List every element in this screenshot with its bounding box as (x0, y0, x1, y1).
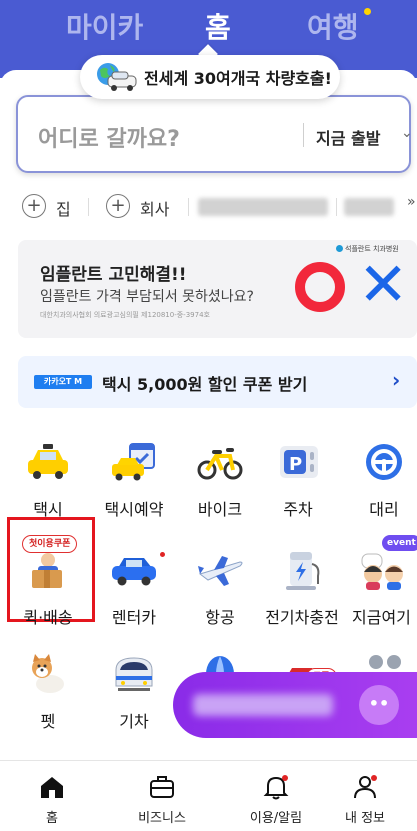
shortcut-work[interactable]: 회사 (140, 196, 169, 220)
service-train[interactable]: 기차 (94, 652, 174, 752)
service-rental-car[interactable]: 렌터카 (94, 548, 174, 648)
train-icon (110, 652, 158, 696)
more-chevron-icon[interactable]: » (407, 194, 416, 210)
kakao-badge: 카카오T M (34, 375, 92, 389)
tab-home[interactable]: 홈 (205, 6, 231, 46)
service-flight[interactable]: 항공 (180, 548, 260, 648)
blurred-place[interactable] (198, 198, 328, 216)
coupon-text: 택시 5,000원 할인 쿠폰 받기 (102, 375, 308, 394)
blurred-promo-text (193, 694, 333, 716)
floating-promo-bar[interactable]: •• (173, 672, 417, 738)
bell-icon (262, 773, 290, 801)
global-ride-banner[interactable]: 전세계 30여개국 차량호출! (80, 55, 340, 99)
service-taxi-reservation[interactable]: 택시예약 (94, 440, 174, 540)
delivery-box-icon (24, 548, 72, 592)
bike-icon (196, 440, 244, 484)
taxi-reservation-icon (110, 440, 158, 484)
nav-business[interactable]: 비즈니스 (110, 761, 214, 831)
nav-home[interactable]: 홈 (0, 761, 104, 831)
ad-subtitle: 임플란트 가격 부담되서 못하셨나요? (40, 289, 254, 305)
search-placeholder[interactable]: 어디로 갈까요? (38, 121, 180, 153)
banner-text: 전세계 30여개국 차량호출! (144, 69, 332, 88)
person-icon (351, 773, 379, 801)
shortcut-home[interactable]: 집 (56, 196, 71, 220)
o-mark-icon (295, 262, 345, 312)
ad-fine-print: 대한치과의사협회 의료광고심의필 제120810-중-3974호 (40, 311, 210, 319)
parking-icon: P (274, 440, 322, 484)
service-now-here[interactable]: 지금여기 (348, 548, 417, 648)
bottom-nav: 홈 비즈니스 이용/알림 내 정보 (0, 760, 417, 830)
add-home-icon[interactable]: + (22, 194, 46, 218)
ad-banner[interactable]: 석플란트 치과병원 임플란트 고민해결!! 임플란트 가격 부담되서 못하셨나요… (18, 240, 417, 338)
service-parking[interactable]: P 주차 (258, 440, 338, 540)
home-icon (38, 773, 66, 801)
ev-charger-icon (278, 548, 326, 592)
svg-text:P: P (289, 454, 302, 475)
notification-dot (364, 8, 371, 15)
service-bike[interactable]: 바이크 (180, 440, 260, 540)
people-icon (358, 548, 406, 592)
blurred-place[interactable] (344, 198, 394, 216)
new-dot (160, 552, 165, 557)
rental-car-icon (110, 548, 158, 592)
service-ev-charging[interactable]: 전기차충전 (262, 548, 342, 648)
dog-icon (24, 652, 72, 696)
nav-my-info[interactable]: 내 정보 (313, 761, 417, 831)
x-mark-icon: ✕ (358, 250, 409, 320)
taxi-icon (24, 440, 72, 484)
depart-time-select[interactable]: 지금 출발 (316, 125, 380, 149)
designated-driver-icon (360, 440, 408, 484)
event-tag: event (382, 535, 417, 551)
first-use-coupon-tag: 첫이용쿠폰 (22, 535, 78, 553)
saved-places: + 집 + 회사 » (18, 192, 417, 222)
service-designated-driver[interactable]: 대리 (344, 440, 417, 540)
globe-car-icon (94, 62, 138, 92)
taxi-coupon-banner[interactable]: 카카오T M 택시 5,000원 할인 쿠폰 받기 › (18, 356, 417, 408)
airplane-icon (196, 548, 244, 592)
more-options-button[interactable]: •• (359, 685, 399, 725)
add-work-icon[interactable]: + (106, 194, 130, 218)
chevron-down-icon[interactable]: ⌄ (401, 125, 413, 141)
destination-search[interactable]: 어디로 갈까요? 지금 출발 ⌄ (16, 95, 413, 173)
tab-travel[interactable]: 여행 (307, 6, 359, 46)
service-delivery[interactable]: 퀵·배송 (8, 548, 88, 648)
briefcase-icon (148, 773, 176, 801)
service-pet[interactable]: 펫 (8, 652, 88, 752)
ad-title: 임플란트 고민해결!! (40, 265, 187, 285)
tab-mycar[interactable]: 마이카 (66, 6, 143, 46)
chevron-right-icon: › (392, 368, 401, 392)
